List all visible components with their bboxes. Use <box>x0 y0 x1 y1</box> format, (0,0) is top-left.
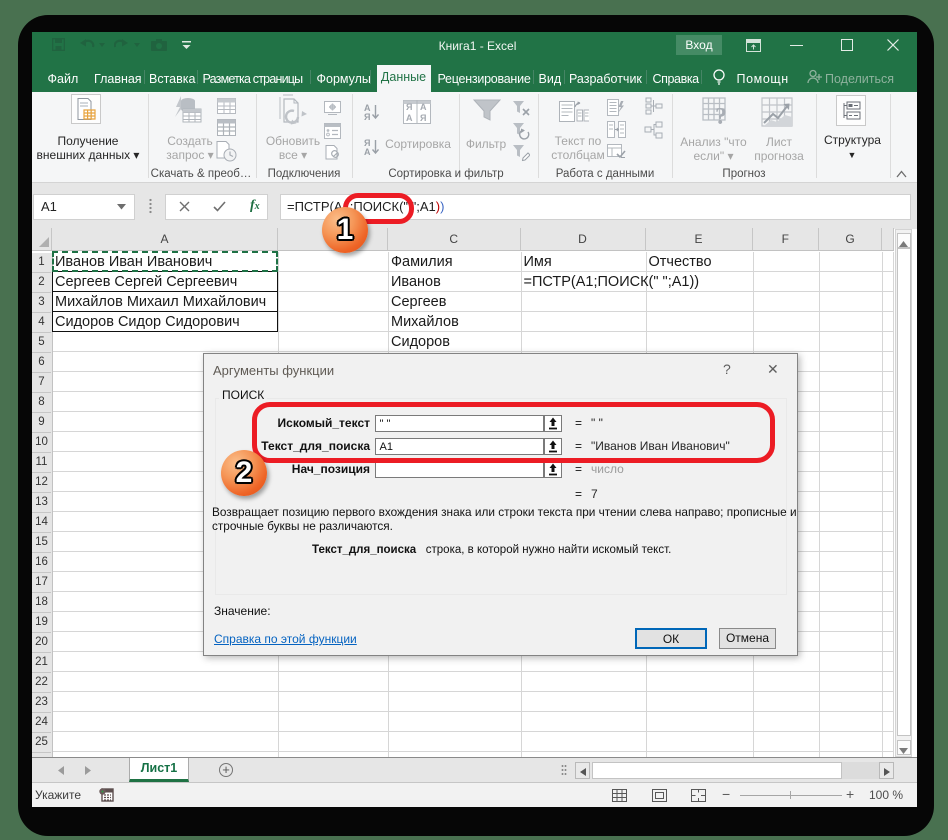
svg-text:?: ? <box>715 104 727 129</box>
svg-text:Я: Я <box>420 113 426 123</box>
svg-text:Я: Я <box>364 112 370 121</box>
svg-text:А: А <box>406 113 413 123</box>
svg-text:Я: Я <box>406 102 412 112</box>
svg-text:А: А <box>420 102 427 112</box>
svg-text:А: А <box>364 147 371 156</box>
